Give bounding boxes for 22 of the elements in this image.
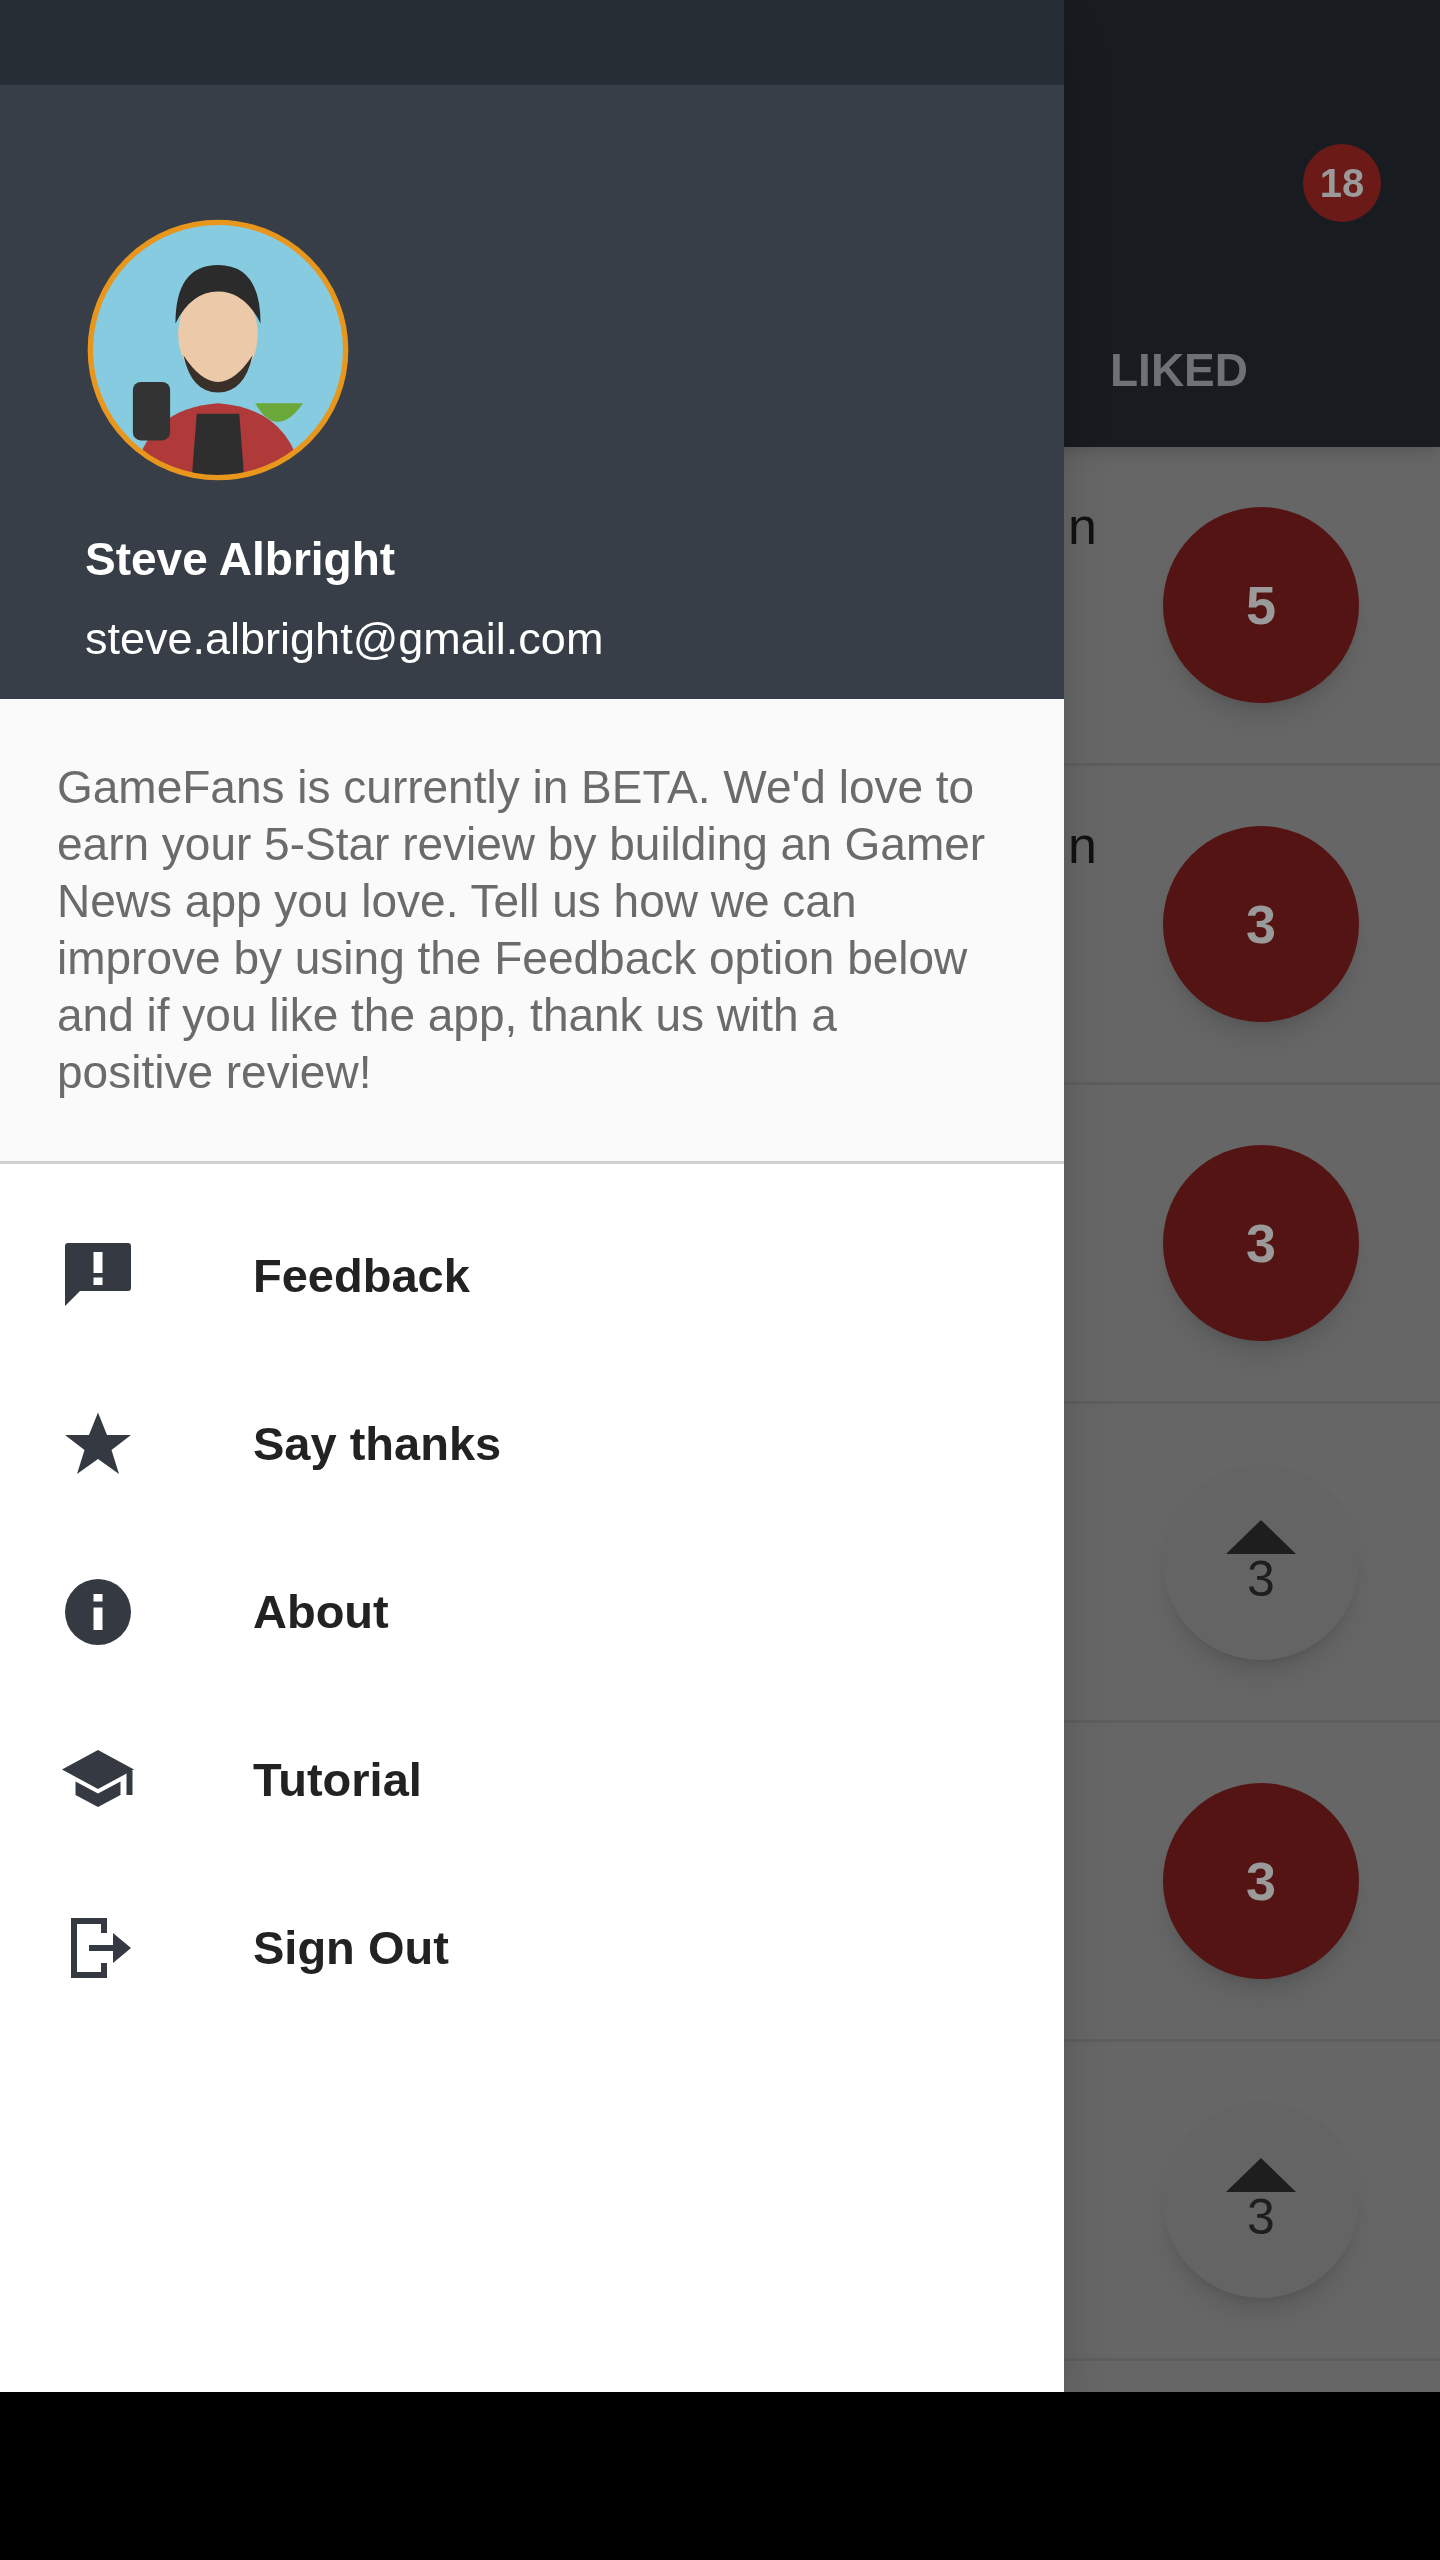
notification-badge[interactable]: 18 (1303, 144, 1381, 222)
menu-item[interactable]: Tutorial (0, 1696, 1064, 1864)
up-arrow-icon (1226, 1520, 1296, 1554)
avatar[interactable] (85, 217, 351, 483)
info-icon (62, 1576, 134, 1648)
article-title: n (1068, 496, 1097, 557)
article-title: n (1068, 815, 1097, 876)
vote-button[interactable]: 5 (1163, 507, 1359, 703)
vote-button[interactable]: 3 (1163, 1464, 1359, 1660)
liked-tab[interactable]: LIKED (1110, 336, 1248, 405)
vote-button[interactable]: 3 (1163, 826, 1359, 1022)
user-email: steve.albright@gmail.com (85, 612, 605, 666)
menu-item[interactable]: Say thanks (0, 1360, 1064, 1528)
menu-item[interactable]: Sign Out (0, 1864, 1064, 2032)
vote-button[interactable]: 3 (1163, 2102, 1359, 2298)
vote-button[interactable]: 3 (1163, 1145, 1359, 1341)
user-name: Steve Albright (85, 532, 397, 587)
up-arrow-icon (1226, 2158, 1296, 2192)
beta-notice: GameFans is currently in BETA. We'd love to earn your 5-Star review by building an Gamer News app you love. Tell us how we can improve by using the Feedback option below and if you like the app, thank us with a positive review! (57, 760, 987, 1100)
menu-item[interactable]: Feedback (0, 1192, 1064, 1360)
menu-item[interactable]: About (0, 1528, 1064, 1696)
vote-button[interactable]: 3 (1163, 1783, 1359, 1979)
